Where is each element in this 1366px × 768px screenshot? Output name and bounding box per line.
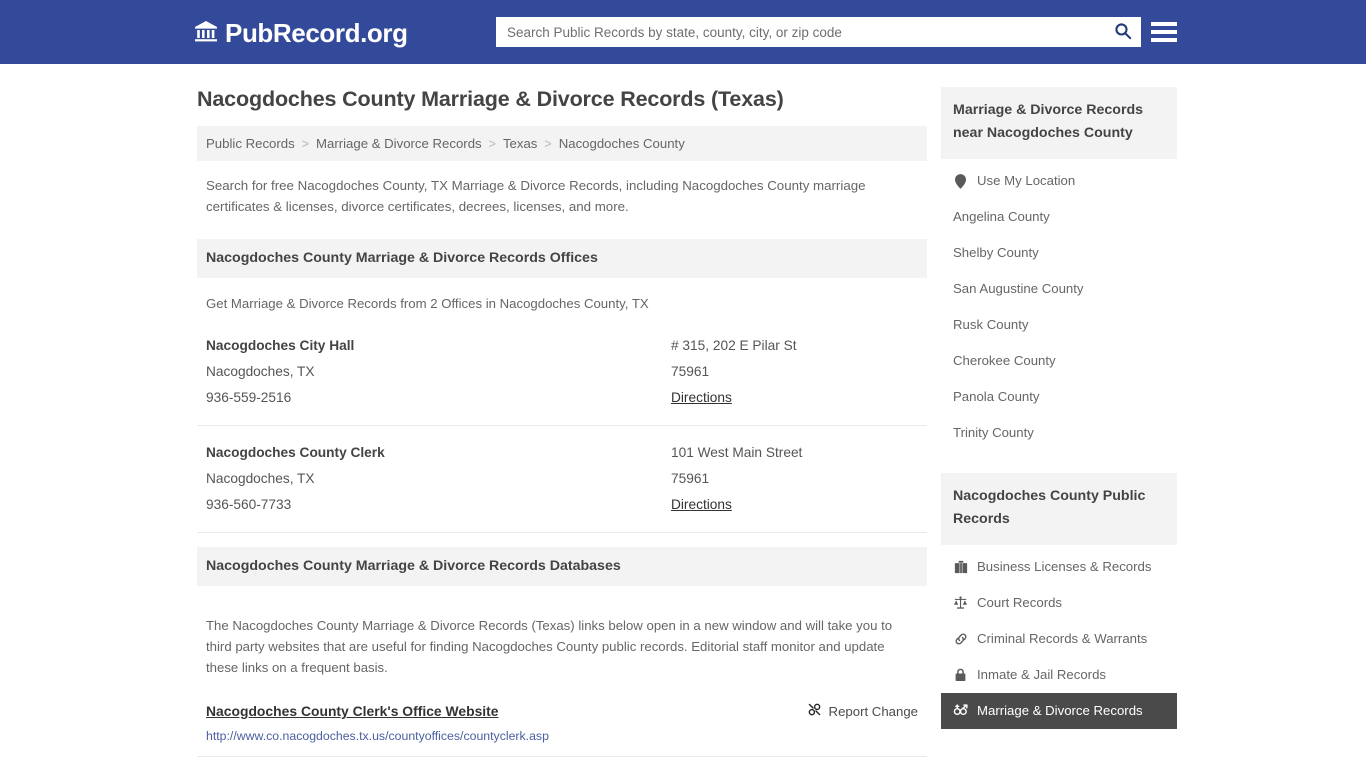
sidebar-item-panola-county[interactable]: Panola County [941, 379, 1177, 415]
offices-section-note: Get Marriage & Divorce Records from 2 Of… [206, 296, 649, 311]
directions-link[interactable]: Directions [671, 497, 732, 512]
briefcase-icon [953, 560, 968, 574]
map-pin-icon [953, 173, 968, 189]
database-link-url[interactable]: http://www.co.nacogdoches.tx.us/countyof… [206, 729, 918, 743]
hamburger-menu-icon [1151, 22, 1177, 26]
sidebar-item-shelby-county[interactable]: Shelby County [941, 235, 1177, 271]
sidebar-nearby-heading: Marriage & Divorce Records near Nacogdoc… [941, 87, 1177, 159]
sidebar-item-trinity-county[interactable]: Trinity County [941, 415, 1177, 451]
site-logo-text: PubRecord.org [225, 18, 408, 48]
breadcrumb-separator: > [488, 136, 496, 151]
office-address: # 315, 202 E Pilar St [671, 338, 797, 353]
office-zip: 75961 [671, 471, 710, 486]
page-intro-text: Search for free Nacogdoches County, TX M… [206, 178, 866, 214]
database-link-title[interactable]: Nacogdoches County Clerk's Office Websit… [206, 703, 499, 719]
office-address: 101 West Main Street [671, 445, 803, 460]
site-logo[interactable]: PubRecord.org [194, 18, 408, 48]
breadcrumb-item-nacogdoches-county: Nacogdoches County [558, 136, 685, 151]
sidebar-item-label: Angelina County [953, 209, 1050, 224]
sidebar-item-label: Marriage & Divorce Records [977, 703, 1143, 718]
sidebar-item-criminal-records[interactable]: Criminal Records & Warrants [941, 621, 1177, 657]
broken-link-icon [807, 702, 822, 720]
page-title: Nacogdoches County Marriage & Divorce Re… [197, 87, 784, 111]
scales-of-justice-icon [953, 596, 968, 610]
hamburger-menu-button[interactable] [1151, 19, 1177, 45]
sidebar-item-cherokee-county[interactable]: Cherokee County [941, 343, 1177, 379]
bank-columns-icon [194, 19, 218, 48]
padlock-icon [953, 668, 968, 682]
sidebar-item-marriage-divorce-records[interactable]: Marriage & Divorce Records [941, 693, 1177, 729]
table-row: Nacogdoches County Clerk Nacogdoches, TX… [197, 440, 927, 533]
sidebar-item-label: Business Licenses & Records [977, 559, 1152, 574]
sidebar-item-rusk-county[interactable]: Rusk County [941, 307, 1177, 343]
hamburger-menu-icon [1151, 30, 1177, 34]
directions-link[interactable]: Directions [671, 390, 732, 405]
breadcrumb-item-public-records[interactable]: Public Records [206, 136, 295, 151]
sidebar-divider [941, 451, 1177, 473]
sidebar-public-records-heading: Nacogdoches County Public Records [941, 473, 1177, 545]
page-body: Nacogdoches County Marriage & Divorce Re… [0, 64, 1366, 768]
search-button[interactable] [1106, 18, 1140, 46]
sidebar-item-label: San Augustine County [953, 281, 1084, 296]
sidebar-item-label: Cherokee County [953, 353, 1056, 368]
office-city-state: Nacogdoches, TX [206, 471, 315, 486]
sidebar-item-label: Court Records [977, 595, 1063, 610]
breadcrumb: Public Records > Marriage & Divorce Reco… [197, 126, 927, 161]
office-details-left: Nacogdoches County Clerk Nacogdoches, TX… [206, 440, 671, 518]
list-item: Nacogdoches County Clerk's Office Websit… [197, 702, 927, 758]
office-phone: 936-559-2516 [206, 390, 292, 405]
site-header: PubRecord.org [0, 0, 1366, 64]
main-content: Nacogdoches County Marriage & Divorce Re… [197, 64, 927, 768]
sidebar-nearby-list: Use My Location Angelina County Shelby C… [941, 159, 1177, 451]
gender-symbols-icon [953, 704, 968, 718]
sidebar-item-label: Shelby County [953, 245, 1039, 260]
table-row: Nacogdoches City Hall Nacogdoches, TX 93… [197, 333, 927, 426]
report-change-label: Report Change [828, 703, 918, 719]
sidebar-item-label: Inmate & Jail Records [977, 667, 1106, 682]
breadcrumb-item-texas[interactable]: Texas [503, 136, 537, 151]
sidebar-item-label: Rusk County [953, 317, 1029, 332]
sidebar-item-san-augustine-county[interactable]: San Augustine County [941, 271, 1177, 307]
sidebar-item-business-licenses[interactable]: Business Licenses & Records [941, 545, 1177, 585]
breadcrumb-separator: > [544, 136, 552, 151]
report-change-button[interactable]: Report Change [807, 702, 918, 720]
sidebar-item-angelina-county[interactable]: Angelina County [941, 199, 1177, 235]
databases-section-description: The Nacogdoches County Marriage & Divorc… [206, 618, 893, 676]
sidebar-item-inmate-jail-records[interactable]: Inmate & Jail Records [941, 657, 1177, 693]
sidebar-item-court-records[interactable]: Court Records [941, 585, 1177, 621]
sidebar-item-label: Use My Location [977, 173, 1076, 188]
office-phone: 936-560-7733 [206, 497, 292, 512]
office-city-state: Nacogdoches, TX [206, 364, 315, 379]
hamburger-menu-icon [1151, 38, 1177, 42]
office-name: Nacogdoches County Clerk [206, 445, 385, 460]
office-zip: 75961 [671, 364, 710, 379]
sidebar: Marriage & Divorce Records near Nacogdoc… [941, 64, 1177, 768]
offices-section-heading: Nacogdoches County Marriage & Divorce Re… [197, 239, 927, 278]
chain-link-icon [953, 632, 968, 646]
databases-section-heading: Nacogdoches County Marriage & Divorce Re… [197, 547, 927, 586]
sidebar-item-use-my-location[interactable]: Use My Location [941, 159, 1177, 199]
search-bar [496, 17, 1141, 47]
sidebar-public-records-list: Business Licenses & Records Court Record… [941, 545, 1177, 729]
sidebar-item-label: Trinity County [953, 425, 1034, 440]
office-details-right: 101 West Main Street 75961 Directions [671, 440, 918, 518]
office-details-right: # 315, 202 E Pilar St 75961 Directions [671, 333, 918, 411]
breadcrumb-separator: > [301, 136, 309, 151]
search-icon [1114, 22, 1132, 43]
office-details-left: Nacogdoches City Hall Nacogdoches, TX 93… [206, 333, 671, 411]
sidebar-item-label: Panola County [953, 389, 1040, 404]
breadcrumb-item-marriage-divorce-records[interactable]: Marriage & Divorce Records [316, 136, 482, 151]
sidebar-item-label: Criminal Records & Warrants [977, 631, 1148, 646]
office-name: Nacogdoches City Hall [206, 338, 355, 353]
search-input[interactable] [497, 18, 1106, 46]
